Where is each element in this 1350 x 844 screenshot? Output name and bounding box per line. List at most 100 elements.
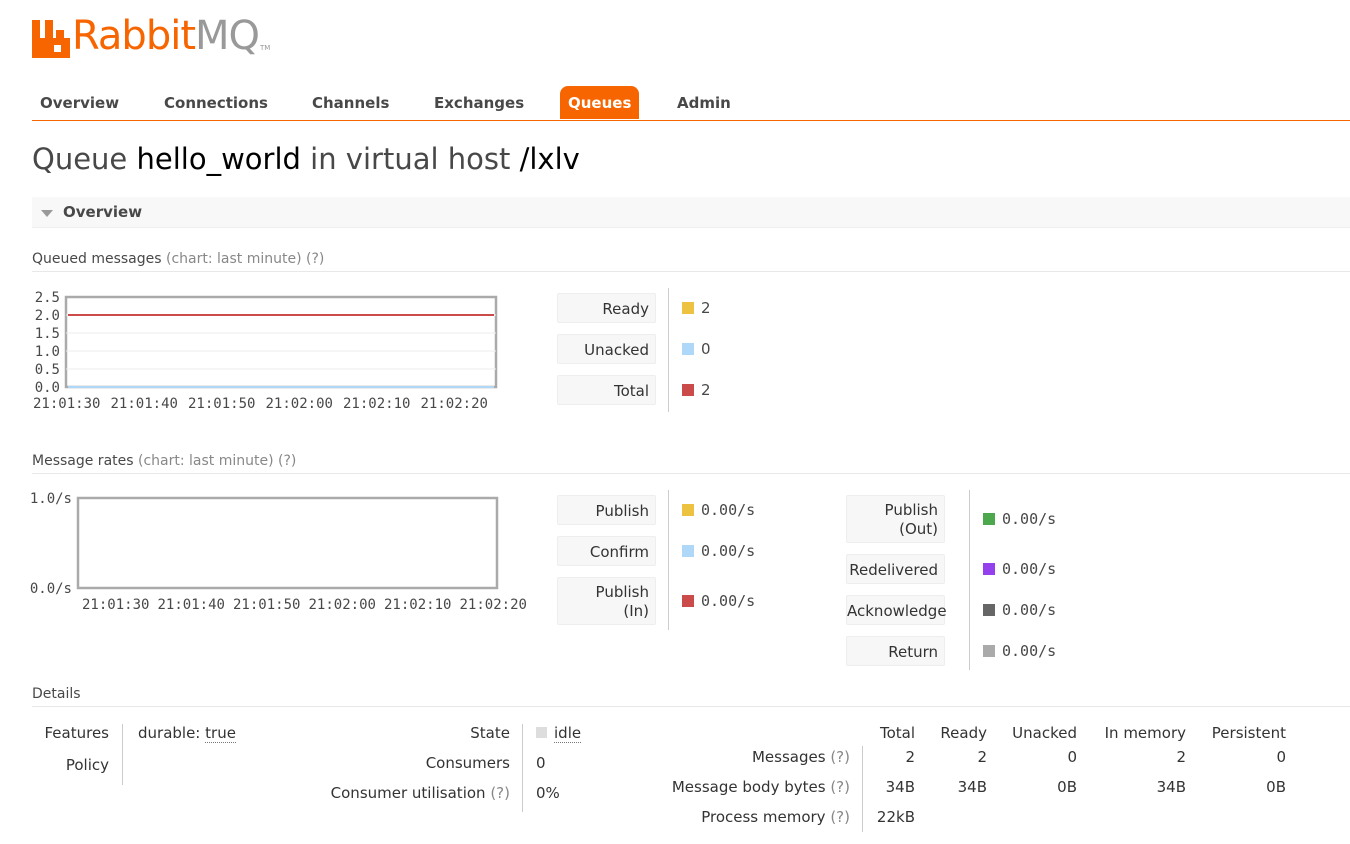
bytes-persistent: 0B — [1266, 778, 1286, 796]
features-divider — [122, 724, 123, 785]
acknowledge-rate: 0.00/s — [1002, 601, 1057, 619]
legend-confirm-button[interactable]: Confirm — [557, 536, 656, 566]
x-tick-label: 21:02:00 — [309, 597, 376, 613]
publish-in-rate: 0.00/s — [701, 592, 756, 610]
publish-in-sublabel: (In) — [623, 602, 649, 620]
state-divider — [522, 724, 523, 812]
legend-ready-value: 2 — [682, 299, 711, 317]
consumers-label: Consumers — [425, 754, 510, 772]
publish-out-label: Publish — [884, 501, 938, 519]
y-tick-label: 2.0 — [35, 308, 60, 324]
legend-publish-button[interactable]: Publish — [557, 495, 656, 525]
tab-overview[interactable]: Overview — [32, 86, 127, 119]
x-tick-label: 21:01:30 — [33, 396, 100, 412]
legend-publish-out-value: 0.00/s — [983, 510, 1056, 528]
y-tick-label: 0.0 — [35, 380, 60, 396]
policy-label: Policy — [65, 756, 109, 774]
tab-connections[interactable]: Connections — [156, 86, 276, 119]
rates-help-link[interactable]: (?) — [278, 453, 296, 469]
legend-redelivered-button[interactable]: Redelivered — [846, 554, 945, 584]
queued-chart-range-link[interactable]: (chart: last minute) — [166, 251, 302, 267]
return-swatch — [983, 645, 995, 657]
messages-total: 2 — [905, 748, 915, 766]
legend-total-button[interactable]: Total — [557, 375, 656, 405]
redelivered-rate: 0.00/s — [1002, 560, 1057, 578]
legend-publish-in-button[interactable]: Publish (In) — [557, 577, 656, 625]
vhost-name: /lxlv — [519, 142, 580, 176]
state-value: idle — [536, 724, 582, 743]
legend-unacked-value: 0 — [682, 340, 711, 358]
util-help-link[interactable]: (?) — [490, 784, 510, 802]
legend-return-value: 0.00/s — [983, 642, 1056, 660]
rates-heading-text: Message rates — [32, 453, 134, 469]
process-memory-help-link[interactable]: (?) — [830, 808, 850, 826]
ready-swatch — [682, 302, 694, 314]
legend-total-value: 2 — [682, 381, 711, 399]
legend-confirm-value: 0.00/s — [682, 542, 755, 560]
queue-name: hello_world — [136, 142, 301, 176]
legend-publish-out-button[interactable]: Publish (Out) — [846, 495, 945, 543]
y-tick-label: 2.5 — [35, 290, 60, 306]
collapse-triangle-icon — [41, 210, 53, 217]
y-tick-label: 0.5 — [35, 362, 60, 378]
details-heading-text: Details — [32, 686, 81, 702]
x-tick-label: 21:01:40 — [158, 597, 225, 613]
legend-return-button[interactable]: Return — [846, 636, 945, 666]
bytes-unacked: 0B — [1057, 778, 1077, 796]
legend-divider — [668, 288, 669, 412]
queued-heading-text: Queued messages — [32, 251, 162, 267]
rabbitmq-logo[interactable]: RabbitMQ TM — [32, 14, 270, 58]
body-bytes-help-link[interactable]: (?) — [830, 778, 850, 796]
rates-left-divider — [668, 490, 669, 630]
redelivered-swatch — [983, 563, 995, 575]
messages-in-memory: 2 — [1176, 748, 1186, 766]
title-prefix: Queue — [32, 142, 128, 176]
tab-admin[interactable]: Admin — [669, 86, 739, 119]
tab-queues[interactable]: Queues — [560, 86, 639, 119]
col-unacked: Unacked — [1012, 724, 1077, 742]
durable-key: durable: — [138, 724, 201, 742]
consumers-value: 0 — [536, 754, 546, 772]
state-label: State — [470, 724, 510, 742]
overview-section-toggle[interactable]: Overview — [32, 197, 1350, 228]
y-tick-label: 1.0 — [35, 344, 60, 360]
row-messages-label: Messages (?) — [620, 748, 850, 766]
x-tick-label: 21:02:00 — [266, 396, 333, 412]
message-rates-heading: Message rates (chart: last minute) (?) — [32, 453, 1350, 474]
unacked-swatch — [682, 343, 694, 355]
process-memory-label-text: Process memory — [701, 808, 826, 826]
queued-messages-heading: Queued messages (chart: last minute) (?) — [32, 251, 1350, 272]
legend-unacked-button[interactable]: Unacked — [557, 334, 656, 364]
messages-label-text: Messages — [751, 748, 826, 766]
messages-help-link[interactable]: (?) — [830, 748, 850, 766]
total-count: 2 — [701, 381, 711, 399]
publish-rate: 0.00/s — [701, 501, 756, 519]
unacked-count: 0 — [701, 340, 711, 358]
tab-channels[interactable]: Channels — [304, 86, 397, 119]
row-body-bytes-label: Message body bytes (?) — [620, 778, 850, 796]
col-in-memory: In memory — [1104, 724, 1186, 742]
durable-value: true — [205, 724, 236, 743]
chart-frame — [64, 295, 498, 389]
confirm-swatch — [682, 545, 694, 557]
tab-exchanges[interactable]: Exchanges — [426, 86, 532, 119]
col-total: Total — [879, 724, 915, 742]
publish-out-swatch — [983, 513, 995, 525]
queued-help-link[interactable]: (?) — [306, 251, 324, 267]
logo-trademark: TM — [260, 44, 271, 52]
confirm-rate: 0.00/s — [701, 542, 756, 560]
return-rate: 0.00/s — [1002, 642, 1057, 660]
legend-acknowledge-button[interactable]: Acknowledge — [846, 595, 947, 625]
section-label: Overview — [63, 203, 143, 221]
legend-ready-button[interactable]: Ready — [557, 293, 656, 323]
legend-publish-in-value: 0.00/s — [682, 592, 755, 610]
messages-unacked: 0 — [1067, 748, 1077, 766]
publish-in-label: Publish — [595, 583, 649, 601]
rates-chart-range-link[interactable]: (chart: last minute) — [138, 453, 274, 469]
x-tick-label: 21:02:20 — [421, 396, 488, 412]
bytes-ready: 34B — [957, 778, 987, 796]
queued-messages-chart: 2.5 2.0 1.5 1.0 0.5 0.021:01:30 21:01:40 21:01:… — [33, 290, 498, 412]
y-tick-label: 1.5 — [35, 326, 60, 342]
row-process-memory-label: Process memory (?) — [620, 808, 850, 826]
x-tick-label: 21:02:20 — [460, 597, 527, 613]
